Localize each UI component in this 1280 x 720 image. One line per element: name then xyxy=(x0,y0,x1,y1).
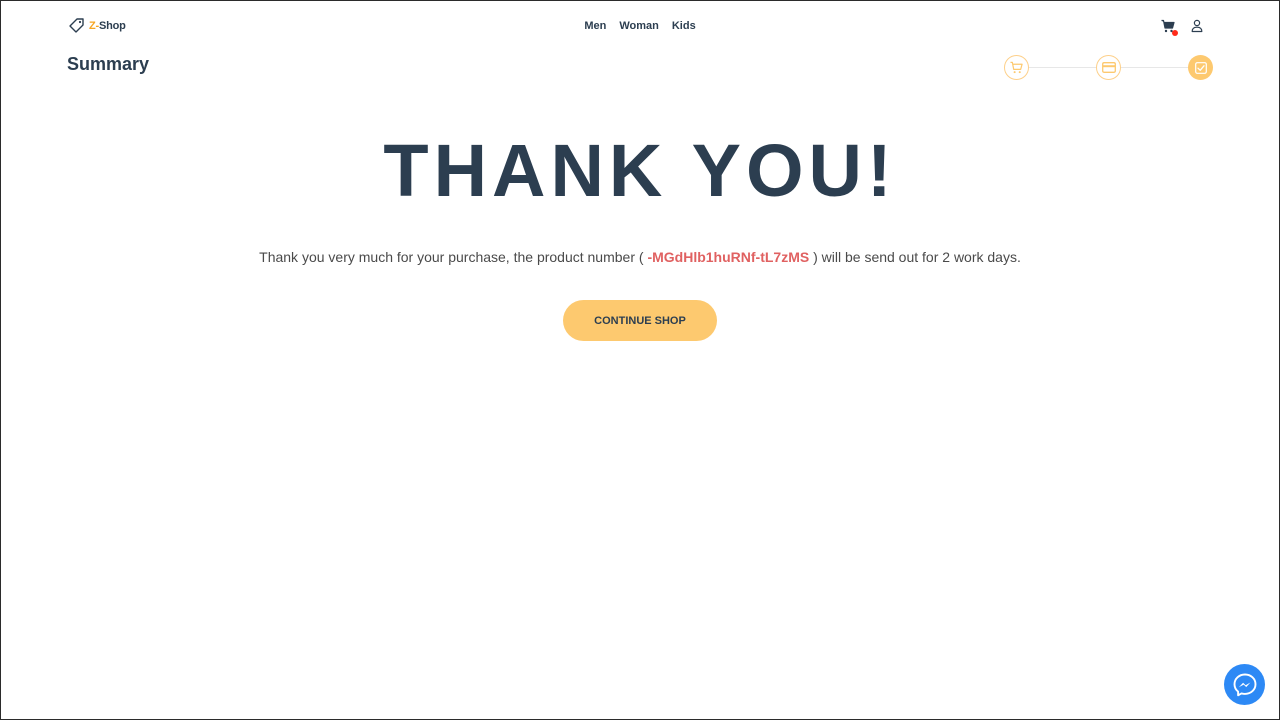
message-text-before: Thank you very much for your purchase, t… xyxy=(259,249,648,265)
message-text-after: ) will be send out for 2 work days. xyxy=(809,249,1021,265)
checkmark-icon xyxy=(1194,61,1207,74)
account-button[interactable] xyxy=(1191,19,1203,33)
step-payment xyxy=(1096,55,1121,80)
thank-you-heading: THANK YOU! xyxy=(383,129,897,212)
messenger-chat-button[interactable] xyxy=(1224,664,1265,705)
checkout-progress xyxy=(1004,55,1213,80)
user-icon xyxy=(1191,19,1203,33)
header-actions xyxy=(1161,19,1203,36)
progress-connector xyxy=(1029,67,1096,68)
credit-card-icon xyxy=(1101,62,1116,73)
nav-item-kids[interactable]: Kids xyxy=(672,20,696,32)
cart-notification-badge xyxy=(1172,30,1178,36)
messenger-icon xyxy=(1233,673,1256,696)
order-number: -MGdHlb1huRNf-tL7zMS xyxy=(647,249,810,265)
order-confirmation-message: Thank you very much for your purchase, t… xyxy=(0,249,1280,265)
progress-connector xyxy=(1121,67,1188,68)
step-confirmation xyxy=(1188,55,1213,80)
cart-button[interactable] xyxy=(1161,19,1178,36)
step-cart xyxy=(1004,55,1029,80)
main-nav: Men Woman Kids xyxy=(0,20,1280,32)
continue-shop-button[interactable]: CONTINUE SHOP xyxy=(563,300,717,341)
cart-icon xyxy=(1010,61,1023,74)
page-title: Summary xyxy=(67,54,150,74)
nav-item-men[interactable]: Men xyxy=(584,20,606,32)
nav-item-woman[interactable]: Woman xyxy=(619,20,659,32)
page-frame xyxy=(0,0,1280,720)
